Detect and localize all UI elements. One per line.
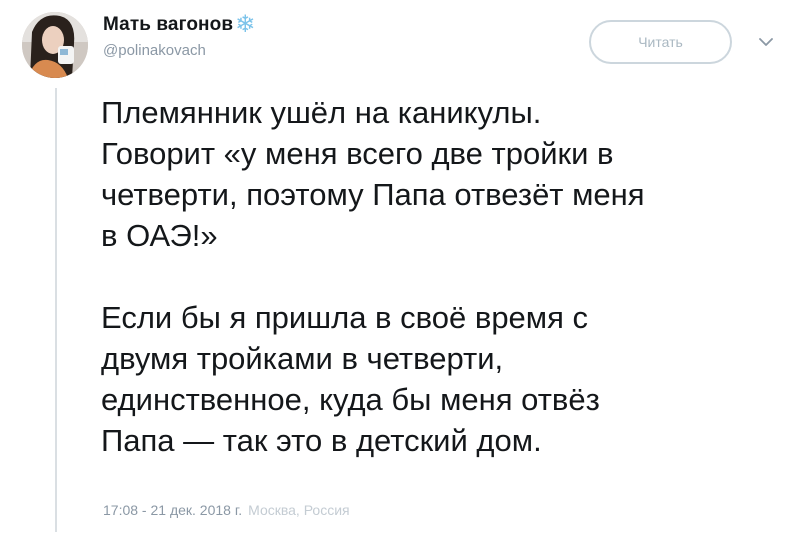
tweet-paragraph: Племянник ушёл на каникулы. Говорит «у м… (101, 92, 781, 256)
tweet-line: Племянник ушёл на каникулы. (101, 95, 542, 130)
user-handle[interactable]: @polinakovach (103, 42, 255, 59)
tweet-line: единственное, куда бы меня отвёз (101, 382, 600, 417)
user-info: Мать вагонов ❄ @polinakovach (103, 10, 256, 59)
tweet-line: Если бы я пришла в своё время с (101, 300, 589, 335)
avatar[interactable] (22, 12, 88, 78)
tweet-line: четверти, поэтому Папа отвезёт меня (101, 177, 645, 212)
tweet-line: двумя тройками в четверти, (101, 341, 504, 376)
display-name-row[interactable]: Мать вагонов ❄ (103, 10, 256, 38)
avatar-photo (22, 12, 88, 78)
tweet-meta: 17:08 - 21 дек. 2018 г. Москва, Россия (103, 502, 350, 518)
chevron-down-icon[interactable] (756, 32, 776, 52)
tweet-location[interactable]: Москва, Россия (248, 502, 350, 518)
tweet-text: Племянник ушёл на каникулы. Говорит «у м… (101, 92, 781, 461)
tweet-line: в ОАЭ!» (101, 218, 218, 253)
thread-line (55, 88, 57, 532)
tweet-paragraph: Если бы я пришла в своё время с двумя тр… (101, 297, 781, 461)
follow-button[interactable]: Читать (589, 20, 732, 64)
tweet-line: Папа — так это в детский дом. (101, 423, 542, 458)
tweet-timestamp[interactable]: 17:08 - 21 дек. 2018 г. (103, 502, 242, 518)
display-name[interactable]: Мать вагонов (103, 14, 233, 36)
tweet-line: Говорит «у меня всего две тройки в (101, 136, 614, 171)
snowflake-icon: ❄ (235, 10, 256, 38)
